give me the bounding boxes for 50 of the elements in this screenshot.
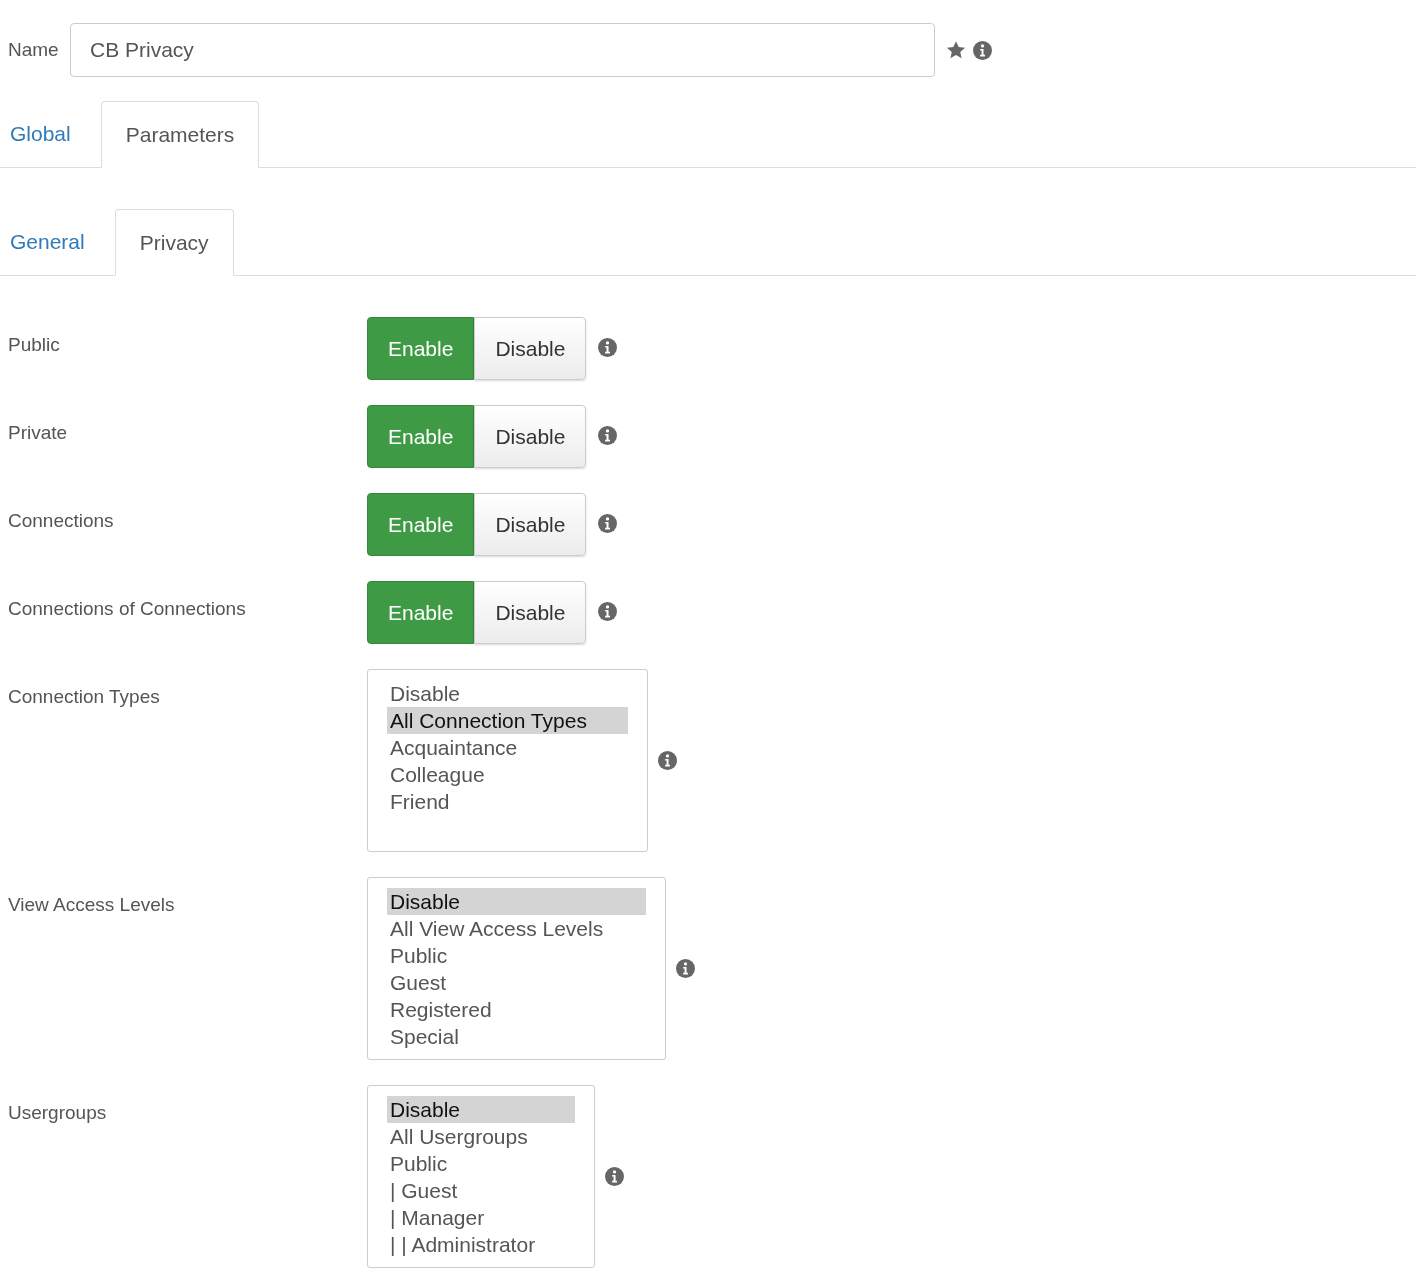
info-icon[interactable] (658, 751, 677, 770)
list-box[interactable]: Disable All Connection Types Acquaintance Colleague Friend (367, 669, 648, 852)
field-label: Usergroups (8, 1101, 108, 1125)
list-box[interactable]: Disable All View Access Levels Public Guest Registered Special (367, 877, 666, 1060)
field-label: Name (8, 37, 60, 62)
list-option[interactable]: All Usergroups (387, 1123, 575, 1150)
field-label: Connections of Connections (8, 597, 247, 621)
list-option[interactable]: Disable (387, 680, 628, 707)
list-option[interactable]: | | Administrator (387, 1231, 575, 1258)
list-option[interactable]: Public (387, 1150, 575, 1177)
list-option[interactable]: Guest (387, 969, 646, 996)
field-label: View Access Levels (8, 893, 176, 917)
list-box[interactable]: Disable All Usergroups Public | Guest | Manager | | Administrator (367, 1085, 595, 1268)
toggle-option[interactable]: Disable (474, 405, 587, 468)
tab[interactable]: Privacy (114, 209, 234, 276)
tab[interactable]: Global (0, 100, 81, 167)
field-label: Connections (8, 509, 115, 533)
tab[interactable]: General (0, 208, 95, 275)
field-label: Connection Types (8, 685, 161, 709)
list-option[interactable]: Registered (387, 996, 646, 1023)
info-icon[interactable] (598, 426, 618, 445)
list-option[interactable]: | Manager (387, 1204, 575, 1231)
toggle-option[interactable]: Enable (367, 405, 475, 468)
info-icon[interactable] (676, 959, 695, 978)
list-option[interactable]: Public (387, 942, 646, 969)
info-icon[interactable] (605, 1167, 624, 1186)
list-option[interactable]: Friend (387, 788, 628, 815)
tab[interactable]: Parameters (100, 101, 260, 168)
info-icon[interactable] (973, 40, 992, 60)
list-option[interactable]: Disable (387, 1096, 575, 1123)
toggle-option[interactable]: Enable (367, 317, 475, 380)
star-icon[interactable] (946, 40, 966, 60)
info-icon[interactable] (598, 514, 618, 533)
info-icon[interactable] (598, 602, 618, 621)
toggle-option[interactable]: Disable (474, 581, 587, 644)
list-option[interactable]: Colleague (387, 761, 628, 788)
list-option[interactable]: All Connection Types (387, 707, 628, 734)
list-option[interactable]: | Guest (387, 1177, 575, 1204)
list-option[interactable]: Disable (387, 888, 646, 915)
info-icon[interactable] (598, 338, 618, 357)
list-option[interactable]: All View Access Levels (387, 915, 646, 942)
toggle-option[interactable]: Disable (474, 493, 587, 556)
toggle-option[interactable]: Disable (474, 317, 587, 380)
toggle-option[interactable]: Enable (367, 493, 475, 556)
toggle-option[interactable]: Enable (367, 581, 475, 644)
name-input[interactable]: CB Privacy (70, 23, 935, 77)
list-option[interactable]: Special (387, 1023, 646, 1050)
field-label: Public (8, 333, 61, 357)
field-label: Private (8, 421, 69, 445)
list-option[interactable]: Acquaintance (387, 734, 628, 761)
